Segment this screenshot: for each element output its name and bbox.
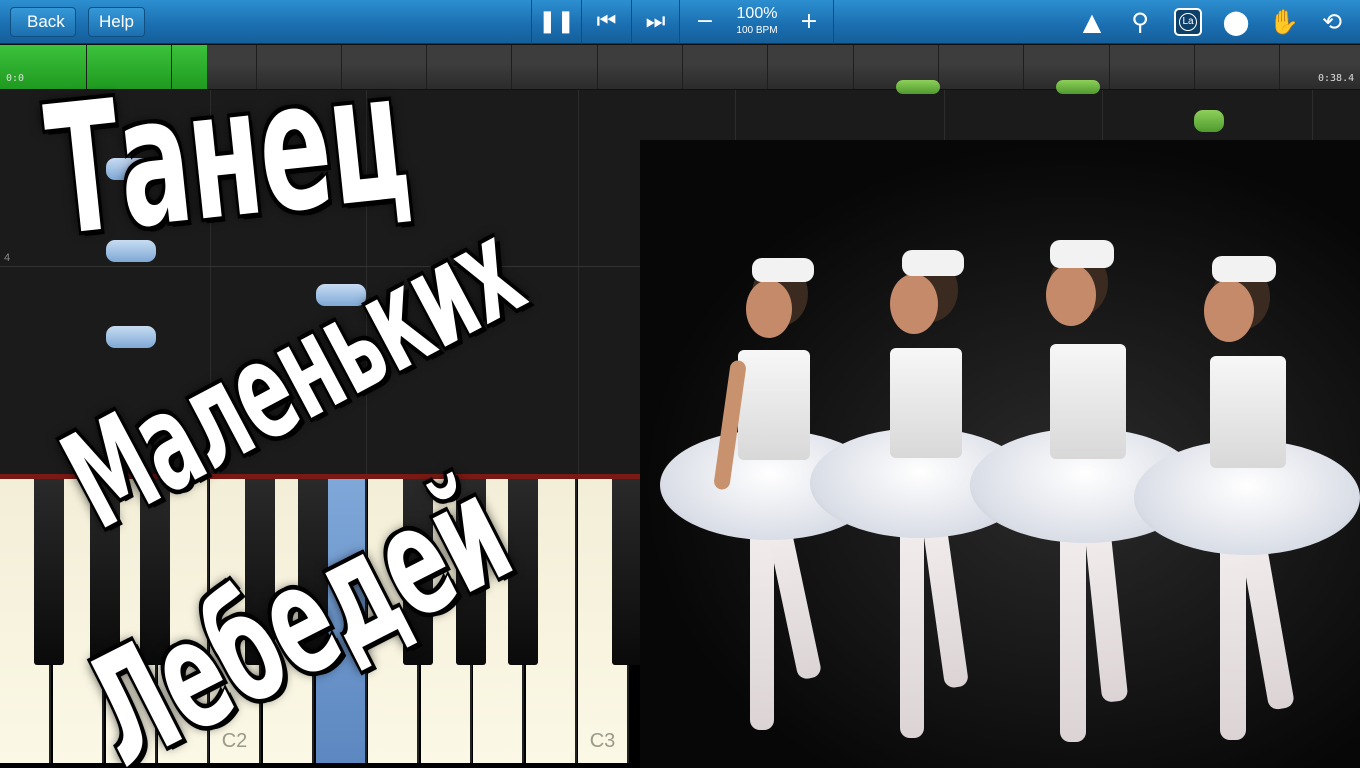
back-button[interactable]: Back	[10, 7, 76, 37]
skip-forward-icon: ⏭	[645, 9, 666, 34]
tempo-bpm: 100 BPM	[736, 25, 778, 36]
pause-icon: ❚❚	[538, 9, 575, 34]
note	[1056, 80, 1100, 94]
end-time: 0:38.4	[1318, 73, 1355, 84]
title-line-1: Танец	[38, 32, 416, 277]
skip-back-icon: ⏮	[596, 9, 617, 34]
ballerina	[1134, 250, 1360, 760]
skip-forward-button[interactable]: ⏭	[632, 0, 680, 44]
measure-number: 4	[4, 252, 11, 264]
pause-button[interactable]: ❚❚	[532, 0, 582, 44]
tempo-up-button[interactable]: +	[784, 0, 834, 44]
plus-icon: +	[799, 9, 819, 34]
note	[896, 80, 940, 94]
note-label-icon: La	[1179, 13, 1197, 31]
transport-controls: ❚❚ ⏮ ⏭ − 100% 100 BPM +	[531, 0, 834, 44]
note	[106, 326, 156, 348]
help-button[interactable]: Help	[88, 7, 145, 37]
start-time: 0:0	[6, 73, 25, 84]
toolbar: Back Help ❚❚ ⏮ ⏭ − 100% 100 BPM + ▲ ⚲ La…	[0, 0, 1360, 44]
key-label-c3: C3	[589, 730, 616, 752]
hand-icon[interactable]: ✋	[1268, 6, 1300, 38]
piano-black-key[interactable]	[34, 479, 64, 665]
loop-icon[interactable]: ⟲	[1316, 6, 1348, 38]
tempo-display: 100% 100 BPM	[730, 0, 784, 44]
ballerinas-photo	[640, 140, 1360, 768]
note	[1194, 110, 1224, 132]
piano-black-key[interactable]	[612, 479, 642, 665]
note-label-button[interactable]: La	[1174, 8, 1202, 36]
minus-icon: −	[695, 9, 715, 34]
tempo-percent: 100%	[736, 5, 778, 22]
tempo-down-button[interactable]: −	[680, 0, 730, 44]
metronome-icon[interactable]: ▲	[1076, 6, 1108, 38]
zoom-icon[interactable]: ⚲	[1124, 6, 1156, 38]
skip-back-button[interactable]: ⏮	[582, 0, 632, 44]
marker-icon[interactable]: ⬤	[1220, 6, 1252, 38]
